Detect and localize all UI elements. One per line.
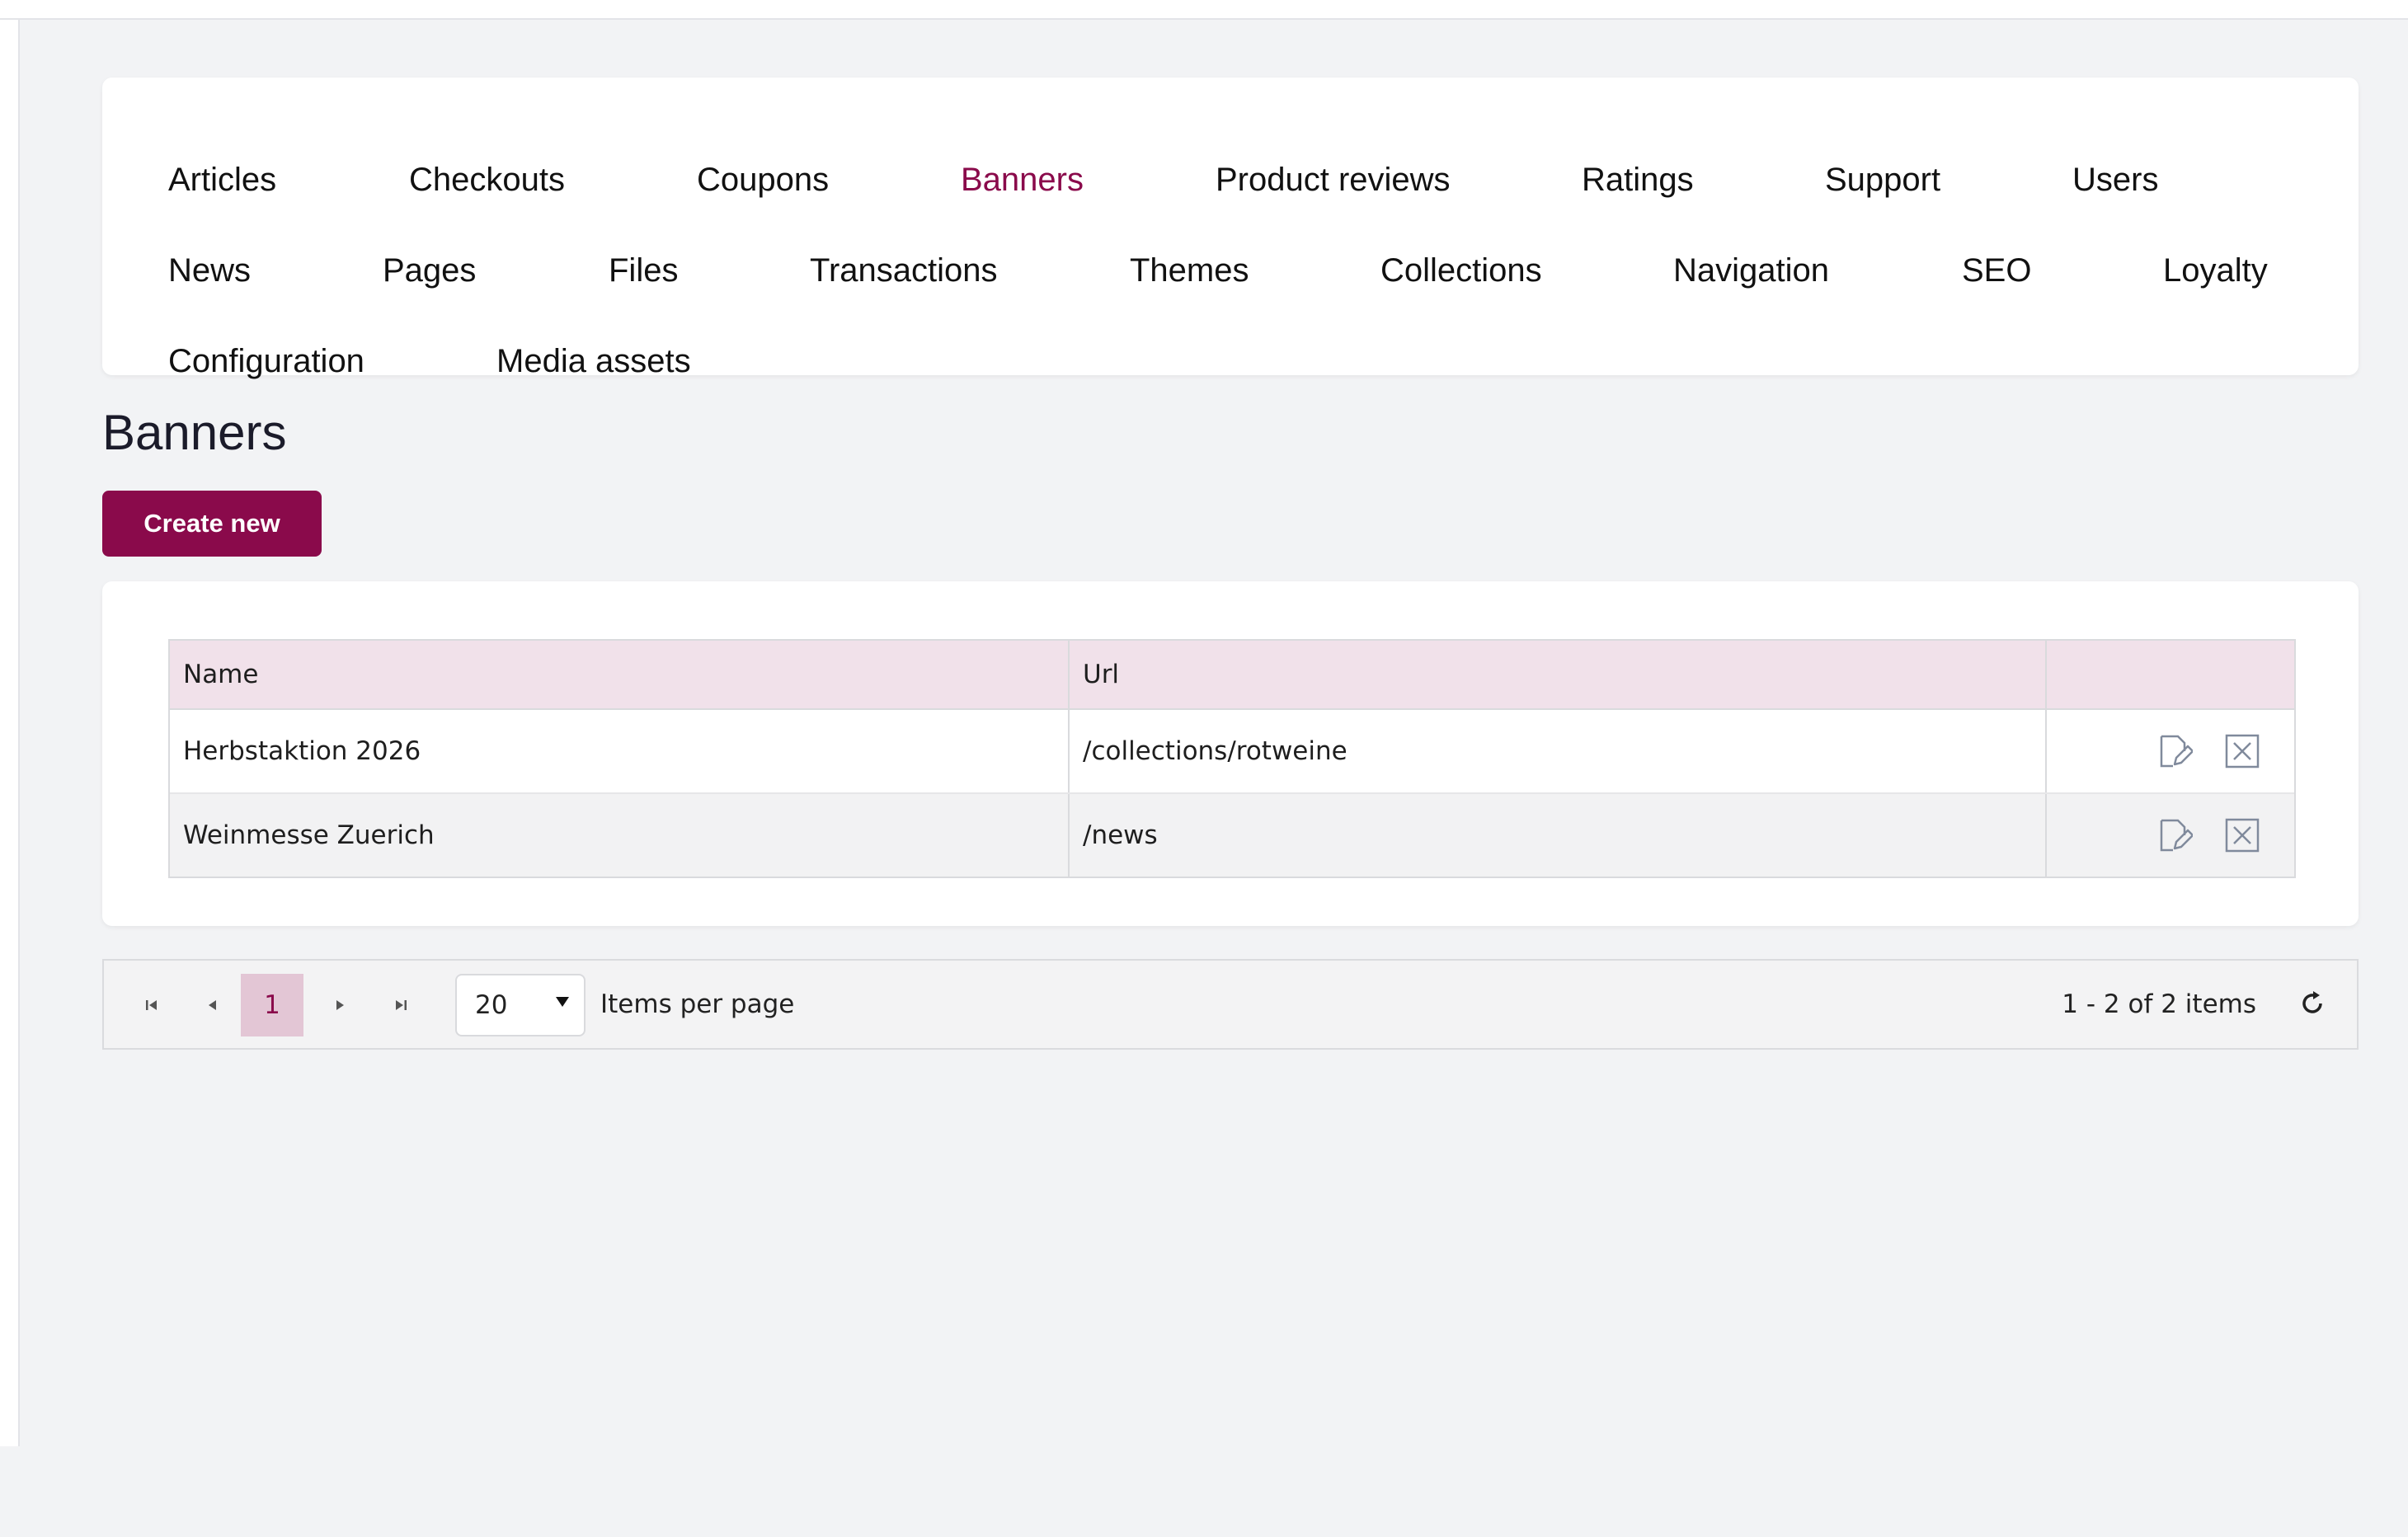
cell-url: /news [1070,794,2047,877]
page-size-select[interactable]: 20 [455,974,586,1036]
prev-page-icon[interactable] [181,974,244,1036]
refresh-icon[interactable] [2291,982,2334,1025]
nav-row: Configuration Media assets [102,343,2359,427]
nav-item-articles[interactable]: Articles [168,147,276,213]
chevron-down-icon [556,997,569,1007]
row-actions [2047,710,2294,792]
nav-item-ratings[interactable]: Ratings [1582,147,1694,213]
nav-item-transactions[interactable]: Transactions [810,237,998,303]
delete-icon[interactable] [2223,732,2261,770]
cell-url: /collections/rotweine [1070,710,2047,792]
delete-icon[interactable] [2223,816,2261,854]
first-page-icon[interactable] [120,974,183,1036]
next-page-icon[interactable] [308,974,371,1036]
page-number-current[interactable]: 1 [241,974,303,1036]
nav-item-navigation[interactable]: Navigation [1673,237,1829,303]
column-header-name[interactable]: Name [170,641,1070,708]
nav-item-configuration[interactable]: Configuration [168,328,364,394]
table-row[interactable]: Weinmesse Zuerich /news [170,792,2294,877]
nav-item-media-assets[interactable]: Media assets [496,328,691,394]
pager-info: 1 - 2 of 2 items [2062,989,2256,1019]
nav-item-files[interactable]: Files [609,237,678,303]
nav-item-product-reviews[interactable]: Product reviews [1216,147,1451,213]
nav-item-coupons[interactable]: Coupons [697,147,829,213]
nav-item-seo[interactable]: SEO [1962,237,2031,303]
cell-name: Herbstaktion 2026 [170,710,1070,792]
nav-row: Articles Checkouts Coupons Banners Produ… [102,162,2359,246]
nav-item-pages[interactable]: Pages [383,237,476,303]
nav-item-banners[interactable]: Banners [961,147,1084,213]
column-header-actions [2047,641,2294,708]
main-content: Articles Checkouts Coupons Banners Produ… [102,78,2359,1050]
section-nav: Articles Checkouts Coupons Banners Produ… [102,78,2359,379]
page-size-label: Items per page [600,989,795,1019]
cell-name: Weinmesse Zuerich [170,794,1070,877]
top-bar [0,0,2408,20]
table-row[interactable]: Herbstaktion 2026 /collections/rotweine [170,710,2294,792]
nav-row: News Pages Files Transactions Themes Col… [102,252,2359,336]
grid-pager: 1 20 Items per page 1 - 2 of 2 items [102,959,2359,1050]
edit-icon[interactable] [2156,732,2194,770]
nav-item-checkouts[interactable]: Checkouts [409,147,565,213]
banners-grid: Name Url Herbstaktion 2026 /collections/… [168,639,2296,878]
create-new-button[interactable]: Create new [102,491,322,557]
nav-item-themes[interactable]: Themes [1130,237,1249,303]
nav-item-loyalty[interactable]: Loyalty [2163,237,2268,303]
column-header-url[interactable]: Url [1070,641,2047,708]
row-actions [2047,794,2294,877]
nav-item-support[interactable]: Support [1825,147,1940,213]
last-page-icon[interactable] [369,974,432,1036]
nav-item-news[interactable]: News [168,237,251,303]
grid-header: Name Url [170,641,2294,710]
nav-item-collections[interactable]: Collections [1380,237,1542,303]
page-size-value: 20 [475,990,508,1020]
nav-item-users[interactable]: Users [2072,147,2158,213]
banners-grid-card: Name Url Herbstaktion 2026 /collections/… [102,581,2359,926]
left-rail [0,20,20,1446]
edit-icon[interactable] [2156,816,2194,854]
